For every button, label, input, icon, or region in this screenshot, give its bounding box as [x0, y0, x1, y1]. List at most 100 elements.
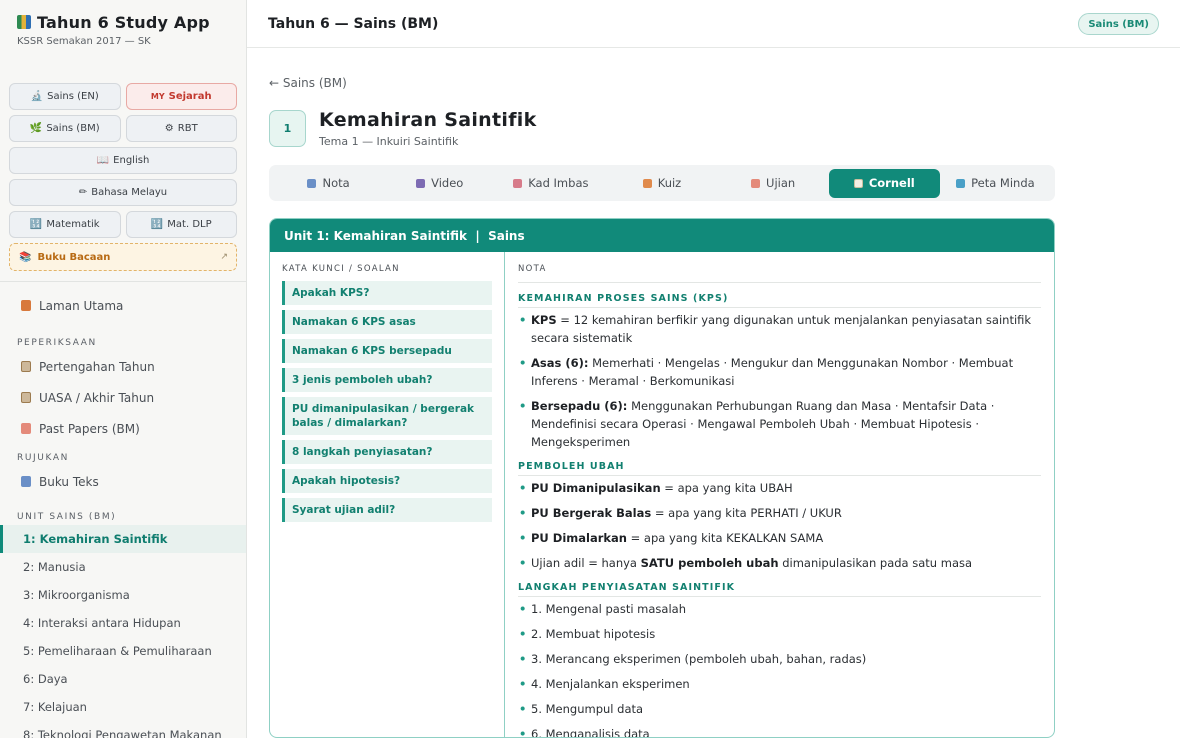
tab-cornell[interactable]: Cornell: [828, 168, 940, 198]
main-content: ← Sains (BM) 1 Kemahiran Saintifik Tema …: [269, 48, 1055, 738]
nav-past-papers[interactable]: Past Papers (BM): [0, 413, 246, 444]
unit-number-badge: 1: [269, 109, 306, 147]
subject-label: Sejarah: [168, 91, 212, 102]
cue-question[interactable]: Namakan 6 KPS bersepadu: [282, 339, 492, 363]
clapper-icon: [416, 178, 426, 188]
numbers-icon: 🔢: [29, 219, 43, 230]
tab-kad-imbas[interactable]: Kad Imbas: [495, 169, 606, 198]
nav-label: Past Papers (BM): [39, 421, 140, 436]
back-link[interactable]: ← Sains (BM): [269, 76, 1055, 92]
pencil-icon: [642, 178, 652, 188]
cue-column-label: KATA KUNCI / SOALAN: [282, 264, 400, 274]
subject-label: Sains (BM): [46, 123, 100, 134]
nav-unit-4[interactable]: 4: Interaksi antara Hidupan: [0, 609, 246, 637]
unit-header: 1 Kemahiran Saintifik Tema 1 — Inkuiri S…: [269, 102, 1055, 154]
nav-unit-7[interactable]: 7: Kelajuan: [0, 693, 246, 721]
note-item: KPS = 12 kemahiran berfikir yang digunak…: [518, 311, 1041, 347]
note-text: = apa yang kita PERHATI / UKUR: [651, 506, 842, 520]
nav-uasa-akhir-tahun[interactable]: UASA / Akhir Tahun: [0, 382, 246, 413]
nav-unit-3[interactable]: 3: Mikroorganisma: [0, 581, 246, 609]
subject-bahasa-melayu-button[interactable]: ✏ Bahasa Melayu: [9, 179, 237, 206]
subject-label: Mat. DLP: [167, 219, 212, 230]
note-item: Ujian adil = hanya SATU pemboleh ubah di…: [518, 554, 1041, 572]
nav-unit-1[interactable]: 1: Kemahiran Saintifik: [0, 525, 246, 553]
book-icon: [307, 178, 317, 188]
cue-question[interactable]: PU dimanipulasikan / bergerak balas / di…: [282, 397, 492, 435]
nav-label: Buku Teks: [39, 474, 99, 489]
clipboard-icon: [853, 178, 863, 188]
nav-unit-5[interactable]: 5: Pemeliharaan & Pemuliharaan: [0, 637, 246, 665]
map-icon: [956, 178, 966, 188]
paper-icon: [751, 178, 761, 188]
subject-mat-dlp-button[interactable]: 🔢 Mat. DLP: [125, 211, 237, 238]
note-item: 3. Merancang eksperimen (pemboleh ubah, …: [518, 650, 1041, 668]
note-term: SATU pemboleh ubah: [640, 556, 779, 570]
leaf-icon: 🌿: [29, 123, 43, 134]
note-term: PU Dimanipulasikan: [531, 481, 661, 495]
cue-question[interactable]: Apakah hipotesis?: [282, 469, 492, 493]
subject-label: RBT: [177, 123, 198, 134]
cue-question[interactable]: Apakah KPS?: [282, 281, 492, 305]
subject-sejarah-button[interactable]: MY Sejarah: [125, 83, 237, 110]
langkah-list: 1. Mengenal pasti masalah 2. Membuat hip…: [518, 600, 1041, 737]
notes-column-label: NOTA: [518, 264, 1041, 283]
note-term: KPS: [531, 313, 557, 327]
tab-label: Kuiz: [657, 176, 682, 190]
page-subtitle: Tema 1 — Inkuiri Saintifik: [319, 134, 459, 148]
cue-question[interactable]: Namakan 6 KPS asas: [282, 310, 492, 334]
pemboleh-ubah-list: PU Dimanipulasikan = apa yang kita UBAH …: [518, 479, 1041, 572]
note-text: = 12 kemahiran berfikir yang digunakan u…: [531, 313, 1032, 345]
note-text: dimanipulasikan pada satu masa: [778, 556, 973, 570]
cue-column: KATA KUNCI / SOALAN Apakah KPS? Namakan …: [270, 252, 505, 737]
tab-nota[interactable]: Nota: [273, 169, 384, 198]
subject-rbt-button[interactable]: ⚙ RBT: [125, 115, 237, 142]
tab-video[interactable]: Video: [384, 169, 495, 198]
pencil-icon: ✏: [78, 187, 88, 198]
section-heading-pemboleh-ubah: PEMBOLEH UBAH: [518, 461, 1041, 476]
tab-label: Peta Minda: [971, 176, 1035, 190]
nav-unit-2[interactable]: 2: Manusia: [0, 553, 246, 581]
nav-unit-8[interactable]: 8: Teknologi Pengawetan Makanan: [0, 721, 246, 738]
books-icon: 📚: [19, 251, 32, 263]
numbers-icon: 🔢: [150, 219, 164, 230]
sidebar-divider: [0, 281, 246, 282]
tab-kuiz[interactable]: Kuiz: [606, 169, 717, 198]
nav-buku-teks[interactable]: Buku Teks: [0, 466, 246, 497]
page-title: Kemahiran Saintifik: [319, 108, 537, 131]
nav-unit-6[interactable]: 6: Daya: [0, 665, 246, 693]
tab-peta-minda[interactable]: Peta Minda: [940, 169, 1051, 198]
brand: Tahun 6 Study App KSSR Semakan 2017 — SK: [0, 0, 246, 82]
subject-english-button[interactable]: 📖 English: [9, 147, 237, 174]
section-heading-kps: KEMAHIRAN PROSES SAINS (KPS): [518, 293, 1041, 308]
buku-bacaan-link[interactable]: 📚 Buku Bacaan ↗: [9, 243, 237, 271]
sidebar: Tahun 6 Study App KSSR Semakan 2017 — SK…: [0, 0, 247, 738]
app-subtitle: KSSR Semakan 2017 — SK: [17, 36, 151, 47]
subject-matematik-button[interactable]: 🔢 Matematik: [9, 211, 121, 238]
note-item: 1. Mengenal pasti masalah: [518, 600, 1041, 618]
subject-label: Matematik: [46, 219, 100, 230]
book-icon: 📖: [96, 155, 110, 166]
note-term: PU Dimalarkan: [531, 531, 627, 545]
flag-my-icon: MY: [150, 92, 165, 101]
kps-list: KPS = 12 kemahiran berfikir yang digunak…: [518, 311, 1041, 451]
notes-column: NOTA KEMAHIRAN PROSES SAINS (KPS) KPS = …: [505, 252, 1054, 737]
nav-pertengahan-tahun[interactable]: Pertengahan Tahun: [0, 351, 246, 382]
nav-laman-utama[interactable]: Laman Utama: [0, 290, 246, 321]
note-item: 6. Menganalisis data: [518, 725, 1041, 737]
tab-label: Video: [431, 176, 464, 190]
app-title-text: Tahun 6 Study App: [37, 13, 210, 32]
tab-ujian[interactable]: Ujian: [718, 169, 829, 198]
note-item: 4. Menjalankan eksperimen: [518, 675, 1041, 693]
external-link-icon: ↗: [220, 252, 228, 262]
home-icon: [21, 300, 31, 311]
cue-question[interactable]: 8 langkah penyiasatan?: [282, 440, 492, 464]
tab-label: Cornell: [868, 176, 915, 190]
note-item: Asas (6): Memerhati · Mengelas · Menguku…: [518, 354, 1041, 390]
cue-question[interactable]: 3 jenis pemboleh ubah?: [282, 368, 492, 392]
cue-question[interactable]: Syarat ujian adil?: [282, 498, 492, 522]
subject-sains-bm-button[interactable]: 🌿 Sains (BM): [9, 115, 121, 142]
note-item: PU Bergerak Balas = apa yang kita PERHAT…: [518, 504, 1041, 522]
paper-icon: [21, 423, 31, 434]
subject-sains-en-button[interactable]: 🔬 Sains (EN): [9, 83, 121, 110]
top-bar: Tahun 6 — Sains (BM) Sains (BM): [247, 0, 1180, 48]
